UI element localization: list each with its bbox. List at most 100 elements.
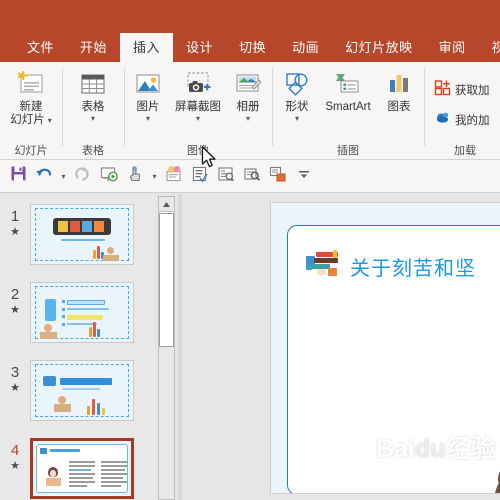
ribbon: 新建 幻灯片 ▾ 幻灯片 表格 ▾ 表格 图片 ▾ 屏幕截图 ▾ 相册 ▾ 图像… xyxy=(0,62,500,160)
tab-home[interactable]: 开始 xyxy=(67,33,120,62)
chart-icon xyxy=(384,67,414,101)
photo-album-icon xyxy=(233,67,263,101)
save-button[interactable] xyxy=(6,164,30,188)
find-icon xyxy=(243,165,261,188)
chevron-down-icon[interactable]: ▾ xyxy=(295,115,299,123)
ribbon-group-label-tables: 表格 xyxy=(82,145,104,157)
quick-access-toolbar: ▾ ▾ xyxy=(0,160,500,193)
my-addins-label: 我的加 xyxy=(455,115,490,127)
chevron-down-icon[interactable]: ▾ xyxy=(48,117,52,125)
animation-star-icon: ★ xyxy=(10,460,20,472)
chevron-down-icon[interactable]: ▾ xyxy=(196,115,200,123)
new-slide-label-line2: 幻灯片 xyxy=(10,114,45,126)
ribbon-group-images: 图片 ▾ 屏幕截图 ▾ 相册 ▾ 图像 xyxy=(124,62,272,160)
store-icon xyxy=(434,79,451,101)
start-presentation-button[interactable] xyxy=(97,164,121,188)
ribbon-group-tables: 表格 ▾ 表格 xyxy=(62,62,124,160)
slide-thumbnail-panel[interactable]: 1 ★ 2 ★ 3 ★ 4 ★ xyxy=(0,194,155,500)
my-addins-button[interactable]: 我的加 xyxy=(434,108,490,132)
touch-mode-button[interactable] xyxy=(123,164,147,188)
tab-design[interactable]: 设计 xyxy=(173,33,226,62)
chevron-up-icon xyxy=(163,201,170,207)
slide-thumbnail-2[interactable] xyxy=(30,282,134,343)
new-slide-label-line1: 新建 xyxy=(19,101,43,113)
shapes-button[interactable]: 形状 ▾ xyxy=(276,67,318,123)
screenshot-button[interactable]: 屏幕截图 ▾ xyxy=(170,67,226,123)
redo-button[interactable] xyxy=(71,164,95,188)
tab-view[interactable]: 视图 xyxy=(479,33,500,62)
undo-icon xyxy=(35,165,53,188)
new-slide-icon xyxy=(16,67,46,101)
slide-title-text[interactable]: 关于刻苦和坚 xyxy=(350,252,476,281)
scrollbar-thumb[interactable] xyxy=(159,213,174,347)
chevron-down-icon[interactable]: ▾ xyxy=(146,115,150,123)
tab-insert[interactable]: 插入 xyxy=(120,33,174,62)
undo-dropdown-caret[interactable]: ▾ xyxy=(58,164,69,188)
picture-button[interactable]: 图片 ▾ xyxy=(126,67,170,123)
photo-album-button[interactable]: 相册 ▾ xyxy=(226,67,270,123)
find-button[interactable] xyxy=(240,164,264,188)
table-button[interactable]: 表格 ▾ xyxy=(66,67,120,123)
animation-star-icon: ★ xyxy=(10,304,20,316)
ribbon-tab-strip: 文件 开始 插入 设计 切换 动画 幻灯片放映 审阅 视图 xyxy=(0,33,500,62)
ribbon-group-label-illustrations: 插图 xyxy=(337,145,359,157)
slide-content-card[interactable]: 关于刻苦和坚 xyxy=(287,225,500,493)
scroll-up-button[interactable] xyxy=(159,197,174,212)
list-item[interactable]: 4 ★ xyxy=(0,438,155,500)
outline-icon xyxy=(217,165,235,188)
chart-button[interactable]: 图表 xyxy=(378,67,420,114)
powerpoint-window: 文件 开始 插入 设计 切换 动画 幻灯片放映 审阅 视图 xyxy=(0,0,500,500)
redo-icon xyxy=(74,165,92,188)
table-icon xyxy=(78,67,108,101)
photo-album-label: 相册 xyxy=(236,101,260,113)
shapes-icon xyxy=(282,67,312,101)
my-addins-icon xyxy=(434,109,451,131)
slide-number-1: 1 ★ xyxy=(10,208,20,238)
new-comment-button[interactable] xyxy=(162,164,186,188)
title-bar xyxy=(0,0,500,33)
tab-slideshow[interactable]: 幻灯片放映 xyxy=(332,33,426,62)
slide-canvas[interactable]: 关于刻苦和坚 xyxy=(270,202,500,494)
screenshot-label: 屏幕截图 xyxy=(175,101,221,113)
picture-icon xyxy=(133,67,163,101)
ribbon-group-label-addins: 加载 xyxy=(454,145,476,157)
slide-panel-scrollbar[interactable] xyxy=(158,196,175,500)
ribbon-group-illustrations: 形状 ▾ SmartArt 图表 插图 xyxy=(272,62,424,160)
chart-label: 图表 xyxy=(387,101,411,113)
books-stack-icon xyxy=(306,250,346,276)
ribbon-group-addins: 获取加 我的加 加载 xyxy=(424,62,500,160)
mouse-cursor xyxy=(201,146,216,168)
animation-star-icon: ★ xyxy=(10,226,20,238)
tab-review[interactable]: 审阅 xyxy=(426,33,479,62)
new-slide-button[interactable]: 新建 幻灯片 ▾ xyxy=(4,67,58,127)
chevron-down-icon[interactable]: ▾ xyxy=(246,115,250,123)
tab-animations[interactable]: 动画 xyxy=(279,33,332,62)
smartart-icon xyxy=(333,67,363,101)
get-addins-label: 获取加 xyxy=(455,85,490,97)
scrollbar-track[interactable] xyxy=(159,347,174,499)
slide-thumbnail-1[interactable] xyxy=(30,204,134,265)
chevron-down-icon[interactable]: ▾ xyxy=(91,115,95,123)
get-addins-button[interactable]: 获取加 xyxy=(434,78,490,102)
touch-mode-dropdown-caret[interactable]: ▾ xyxy=(149,164,160,188)
list-item[interactable]: 1 ★ xyxy=(0,204,155,282)
slide-thumbnail-3[interactable] xyxy=(30,360,134,421)
slide-edit-area[interactable]: 关于刻苦和坚 xyxy=(182,194,500,500)
tab-transitions[interactable]: 切换 xyxy=(226,33,279,62)
cartoon-girl-illustration xyxy=(488,462,500,493)
overflow-icon xyxy=(297,167,311,186)
slide-number-2: 2 ★ xyxy=(10,286,20,316)
list-item[interactable]: 2 ★ xyxy=(0,282,155,360)
list-item[interactable]: 3 ★ xyxy=(0,360,155,438)
more-commands-button[interactable] xyxy=(292,164,316,188)
arrange-icon xyxy=(269,165,287,188)
undo-button[interactable] xyxy=(32,164,56,188)
slide-thumbnail-4[interactable] xyxy=(30,438,134,499)
arrange-button[interactable] xyxy=(266,164,290,188)
presentation-icon xyxy=(100,165,118,188)
smartart-button[interactable]: SmartArt xyxy=(318,67,378,114)
shapes-label: 形状 xyxy=(285,101,309,113)
touch-mode-icon xyxy=(126,165,144,188)
tab-file[interactable]: 文件 xyxy=(14,33,67,62)
screenshot-icon xyxy=(183,67,213,101)
